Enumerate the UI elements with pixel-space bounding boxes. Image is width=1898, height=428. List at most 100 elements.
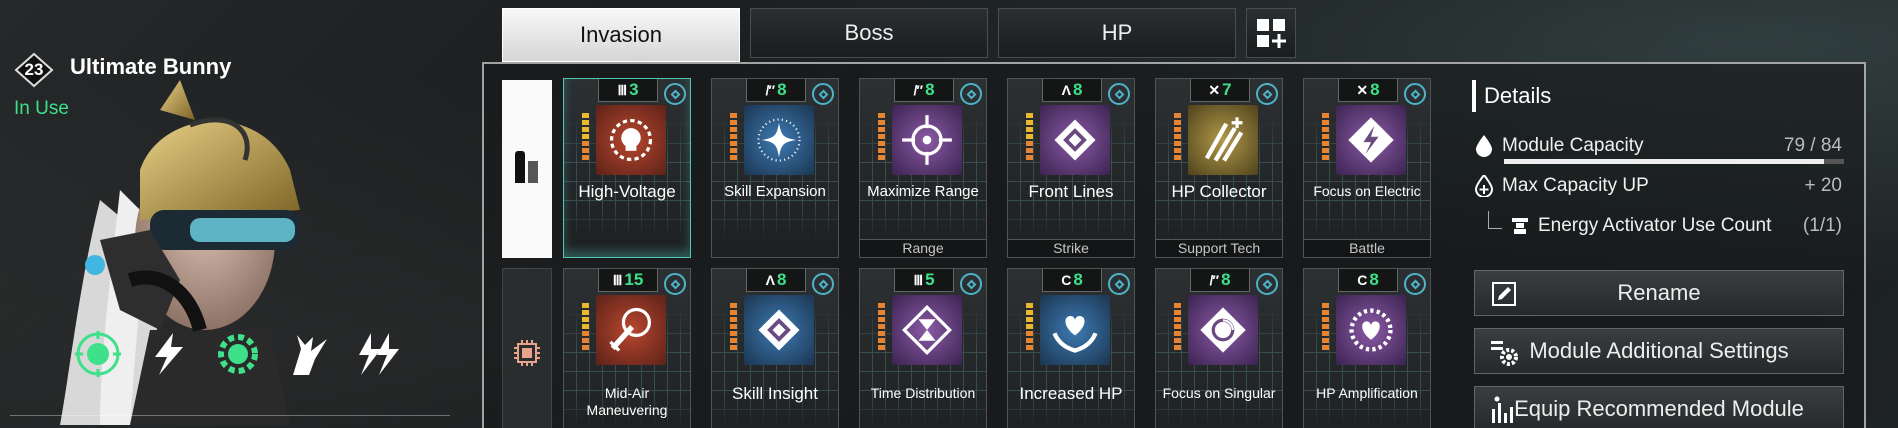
slot-tab-ammo[interactable] <box>502 80 552 258</box>
star-ring-icon <box>757 118 801 162</box>
pencil-icon <box>1489 279 1519 309</box>
module-cost-value: 7 <box>1222 80 1232 99</box>
details-title: Details <box>1472 80 1852 112</box>
gear-skull-icon[interactable] <box>212 328 264 380</box>
lock-icon[interactable] <box>1108 83 1130 105</box>
drop-icon <box>1472 135 1496 157</box>
module-cost: C 8 <box>1338 269 1398 292</box>
module-cost-value: 15 <box>624 270 644 289</box>
module-cost: /″ 8 <box>746 79 806 102</box>
enhancement-bars <box>582 113 589 160</box>
details-panel: Details Module Capacity 79 / 84 Max Capa… <box>1472 80 1852 246</box>
lock-icon[interactable] <box>664 83 686 105</box>
settings-gear-icon <box>1489 337 1519 367</box>
target-skull-icon[interactable] <box>72 328 124 380</box>
module-icon-frame <box>1040 295 1110 365</box>
module-card[interactable]: Λ 8 Skill Insight <box>711 268 839 428</box>
module-name: Mid-Air Maneuvering <box>586 385 668 418</box>
lock-icon[interactable] <box>960 273 982 295</box>
module-cost: C 8 <box>1042 269 1102 292</box>
ammo-icon <box>515 151 538 183</box>
capacity-bar <box>1504 159 1844 164</box>
equip-recommended-label: Equip Recommended Module <box>1514 396 1804 421</box>
module-cost-value: 8 <box>1369 270 1379 289</box>
tab-hp[interactable]: HP <box>998 8 1236 58</box>
skull-burst-icon <box>609 118 653 162</box>
lock-icon[interactable] <box>960 83 982 105</box>
lock-icon[interactable] <box>1256 83 1278 105</box>
module-name: Increased HP <box>1019 384 1123 403</box>
enhancement-bars <box>878 113 885 160</box>
lock-icon[interactable] <box>1108 273 1130 295</box>
module-icon-frame <box>596 295 666 365</box>
module-card[interactable]: /″ 8 Maximize Range Range <box>859 78 987 258</box>
module-cost: Ⅲ 3 <box>598 79 658 102</box>
socket-type-icon: ✕ <box>1356 81 1368 98</box>
module-icon-frame <box>1336 295 1406 365</box>
socket-type-icon: /″ <box>1209 272 1219 288</box>
module-card[interactable]: Ⅲ 5 Time Distribution <box>859 268 987 428</box>
module-card[interactable]: ✕ 7 HP Collector Support Tech <box>1155 78 1283 258</box>
module-cost: Ⅲ 15 <box>598 269 658 292</box>
rename-button[interactable]: Rename <box>1474 270 1844 316</box>
slot-tab-chip[interactable] <box>502 268 552 428</box>
max-capacity-row: Max Capacity UP + 20 <box>1472 166 1852 206</box>
level-badge: 23 <box>14 52 54 88</box>
module-icon-frame <box>1040 105 1110 175</box>
module-icon-frame <box>1188 295 1258 365</box>
module-card[interactable]: C 8 HP Amplification <box>1303 268 1431 428</box>
socket-type-icon: ✕ <box>1208 81 1220 98</box>
module-cost: ✕ 8 <box>1338 79 1398 102</box>
module-cost-value: 8 <box>1221 270 1231 289</box>
lock-icon[interactable] <box>664 273 686 295</box>
socket-type-icon: Ⅲ <box>913 271 923 288</box>
socket-type-icon: Ⅲ <box>617 81 627 98</box>
module-name: Time Distribution <box>870 385 976 401</box>
module-cost-value: 8 <box>1072 80 1083 99</box>
tree-connector <box>1488 211 1502 229</box>
module-cost-value: 8 <box>777 80 787 99</box>
drop-plus-icon <box>1472 175 1496 197</box>
additional-settings-label: Module Additional Settings <box>1529 338 1789 363</box>
socket-type-icon: Λ <box>765 272 775 288</box>
module-cost-value: 8 <box>776 270 787 289</box>
module-card[interactable]: C 8 Increased HP <box>1007 268 1135 428</box>
lock-icon[interactable] <box>812 273 834 295</box>
module-name: Skill Insight <box>732 384 818 403</box>
module-card[interactable]: Ⅲ 3 High-Voltage <box>563 78 691 258</box>
activator-value: (1/1) <box>1802 215 1842 236</box>
module-socket-label: Range <box>860 239 986 257</box>
bunny-sword-icon[interactable] <box>282 328 334 380</box>
module-cost: ✕ 7 <box>1190 79 1250 102</box>
activator-label: Energy Activator Use Count <box>1538 215 1772 236</box>
module-cost: Λ 8 <box>1042 79 1102 102</box>
lock-icon[interactable] <box>1404 83 1426 105</box>
socket-type-icon: /″ <box>913 82 923 98</box>
lock-icon[interactable] <box>1404 273 1426 295</box>
hourglass-diamond-icon <box>902 305 952 355</box>
lock-icon[interactable] <box>812 83 834 105</box>
equip-recommended-button[interactable]: Equip Recommended Module <box>1474 386 1844 428</box>
module-card[interactable]: Ⅲ 15 Mid-Air Maneuvering <box>563 268 691 428</box>
tab-boss[interactable]: Boss <box>750 8 988 58</box>
skill-icons <box>72 328 404 380</box>
module-card[interactable]: Λ 8 Front Lines Strike <box>1007 78 1135 258</box>
module-icon-frame <box>1188 105 1258 175</box>
double-lightning-icon[interactable] <box>352 328 404 380</box>
grid-plus-icon <box>1257 19 1286 48</box>
module-card[interactable]: ✕ 8 Focus on Electric Battle <box>1303 78 1431 258</box>
module-name: Maximize Range <box>867 183 979 200</box>
module-additional-settings-button[interactable]: Module Additional Settings <box>1474 328 1844 374</box>
lightning-bolt-icon[interactable] <box>142 328 194 380</box>
descendant-panel: 23 Ultimate Bunny In Use <box>0 0 470 428</box>
add-preset-button[interactable] <box>1246 8 1296 58</box>
tab-invasion[interactable]: Invasion <box>502 8 740 62</box>
capacity-value: 79 / 84 <box>1783 135 1842 156</box>
enhancement-bars <box>730 303 737 350</box>
lock-icon[interactable] <box>1256 273 1278 295</box>
module-card[interactable]: /″ 8 Focus on Singular <box>1155 268 1283 428</box>
module-card[interactable]: /″ 8 Skill Expansion <box>711 78 839 258</box>
module-name: HP Amplification <box>1316 385 1418 401</box>
module-grid: Ⅲ 3 High-Voltage /″ 8 Skill Expansion /″… <box>563 78 1431 428</box>
crosshair-arrows-icon <box>902 115 952 165</box>
